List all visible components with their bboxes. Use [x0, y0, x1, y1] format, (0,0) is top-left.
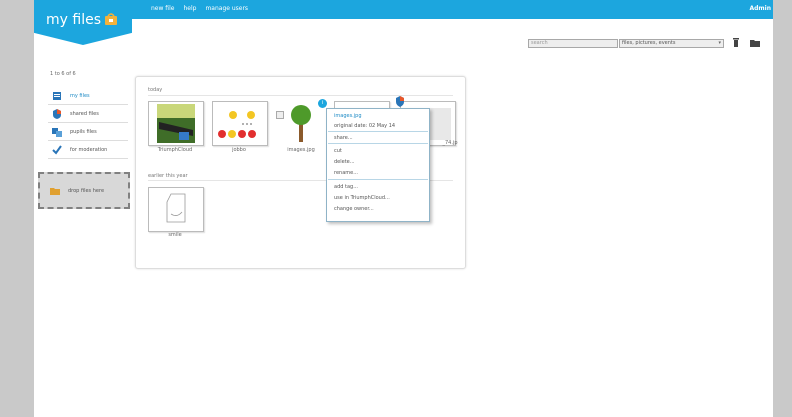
file-thumb-jobbo[interactable] [212, 101, 268, 146]
select-checkbox[interactable] [276, 111, 284, 119]
menu-item-rename[interactable]: rename... [334, 170, 358, 176]
pupils-icon [52, 128, 62, 137]
logo-text: my files [46, 12, 101, 28]
menu-filename: images.jpg [334, 113, 362, 119]
menu-item-use-in[interactable]: use in TriumphCloud... [334, 195, 390, 201]
drop-zone[interactable]: drop files here [38, 172, 130, 209]
menu-divider [328, 131, 428, 132]
sidebar-item-my-files[interactable]: my files [48, 88, 128, 105]
shared-icon [53, 109, 61, 119]
sidebar-item-shared-files[interactable]: shared files [48, 106, 128, 123]
file-thumb-triumphcloud[interactable] [148, 101, 204, 146]
item-count: 1 to 6 of 6 [50, 71, 76, 77]
files-icon [53, 92, 61, 100]
app-window: new file help manage users Admin my file… [34, 0, 773, 417]
nav-help[interactable]: help [183, 5, 196, 12]
section-today: today [148, 87, 163, 93]
chevron-down-icon: ▾ [718, 40, 721, 46]
menu-item-share[interactable]: share... [334, 135, 353, 141]
sidebar-item-label: shared files [70, 111, 99, 117]
sidebar-item-for-moderation[interactable]: for moderation [48, 142, 128, 159]
tree-thumbnail [291, 105, 311, 142]
sidebar-item-pupils-files[interactable]: pupils files [48, 124, 128, 141]
top-nav: new file help manage users [151, 5, 248, 12]
filter-value: files, pictures, events [622, 40, 676, 46]
photo-thumbnail [157, 104, 195, 143]
context-menu: images.jpg original date: 02 May 14 shar… [326, 108, 430, 222]
check-icon [52, 145, 62, 155]
nav-manage-users[interactable]: manage users [205, 5, 248, 12]
file-name: TriumphCloud [157, 147, 193, 153]
file-name: images.jpg [287, 147, 315, 153]
logo-banner[interactable]: my files [34, 0, 132, 45]
folder-upload-icon [50, 188, 60, 195]
nav-new-file[interactable]: new file [151, 5, 174, 12]
section-earlier: earlier this year [148, 173, 188, 179]
bag-icon [105, 13, 117, 25]
divider [148, 95, 453, 96]
file-name: smile [168, 232, 182, 238]
sidebar-item-label: pupils files [70, 129, 97, 135]
sidebar-item-label: for moderation [70, 147, 108, 153]
page-thumbnail [166, 193, 186, 223]
menu-item-delete[interactable]: delete... [334, 159, 355, 165]
menu-divider [328, 179, 428, 180]
menu-item-cut[interactable]: cut [334, 148, 342, 154]
trash-icon[interactable] [731, 37, 741, 48]
shared-badge-icon [396, 96, 404, 107]
menu-item-change-owner[interactable]: change owner... [334, 206, 374, 212]
sidebar-item-label: my files [70, 93, 90, 99]
search-input[interactable]: search [528, 39, 618, 48]
menu-item-add-tag[interactable]: add tag... [334, 184, 358, 190]
menu-original-date: original date: 02 May 14 [334, 123, 396, 129]
file-thumb-images[interactable] [288, 101, 314, 144]
drop-zone-label: drop files here [68, 188, 105, 194]
fruit-thumbnail [218, 111, 256, 138]
info-badge[interactable]: i [318, 99, 327, 108]
filter-select[interactable]: files, pictures, events ▾ [619, 39, 724, 48]
folder-icon[interactable] [750, 37, 760, 48]
file-name: jobbo [232, 147, 246, 153]
file-thumb-smile[interactable] [148, 187, 204, 232]
user-menu[interactable]: Admin [749, 5, 771, 12]
top-bar: new file help manage users Admin [34, 0, 773, 19]
menu-divider [328, 143, 428, 144]
